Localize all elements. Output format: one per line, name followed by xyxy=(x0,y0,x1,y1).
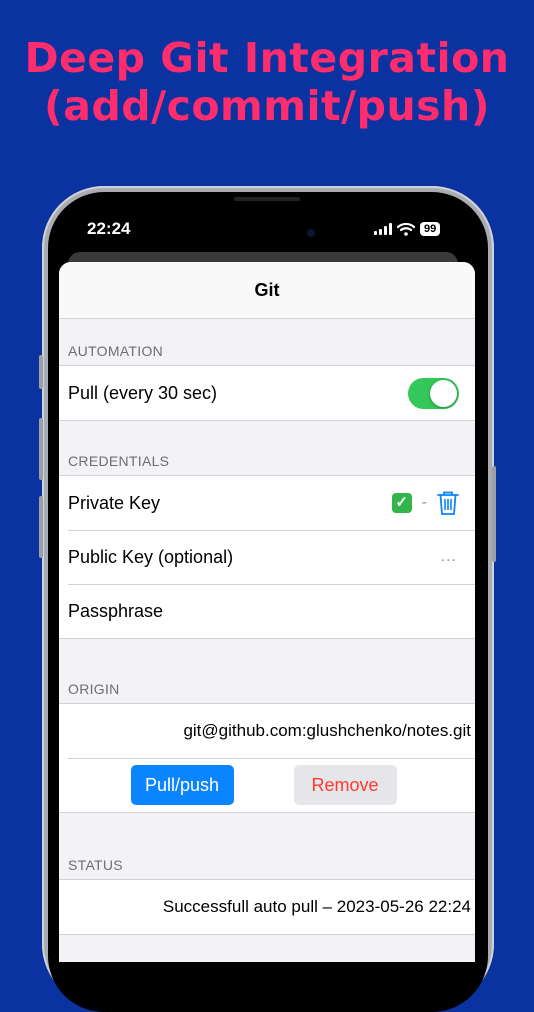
headline-line-1: Deep Git Integration xyxy=(24,34,510,82)
side-button xyxy=(39,355,43,389)
origin-group: git@github.com:glushchenko/notes.git Pul… xyxy=(59,703,475,813)
credentials-group: Private Key ✓ - Public Key (optional) ..… xyxy=(59,475,475,639)
headline-line-2: (add/commit/push) xyxy=(44,82,490,130)
passphrase-row[interactable]: Passphrase xyxy=(59,584,475,638)
public-key-label: Public Key (optional) xyxy=(68,546,234,567)
pull-push-button[interactable]: Pull/push xyxy=(130,765,234,805)
pull-toggle[interactable] xyxy=(408,377,459,409)
wifi-icon xyxy=(397,222,415,236)
more-icon[interactable]: ... xyxy=(441,548,459,566)
pull-label: Pull (every 30 sec) xyxy=(68,382,218,403)
speaker-grille xyxy=(234,197,300,201)
pull-row: Pull (every 30 sec) xyxy=(59,366,475,420)
section-status-title: STATUS xyxy=(68,857,123,873)
toggle-knob xyxy=(430,379,457,407)
checkmark-icon: ✓ xyxy=(391,493,412,513)
separator-dash: - xyxy=(421,494,427,511)
public-key-row[interactable]: Public Key (optional) ... xyxy=(59,530,475,584)
volume-down-button xyxy=(39,496,43,558)
automation-group: Pull (every 30 sec) xyxy=(59,365,475,421)
battery-icon: 99 xyxy=(420,222,441,236)
status-icons: 99 xyxy=(374,220,441,238)
status-group: Successfull auto pull – 2023-05-26 22:24 xyxy=(59,879,475,935)
origin-url-field[interactable]: git@github.com:glushchenko/notes.git xyxy=(59,704,475,758)
private-key-row[interactable]: Private Key ✓ - xyxy=(59,476,475,530)
passphrase-field[interactable]: Passphrase xyxy=(68,601,459,622)
section-automation-title: AUTOMATION xyxy=(68,343,164,359)
camera-dot xyxy=(307,229,315,237)
status-text: Successfull auto pull – 2023-05-26 22:24 xyxy=(162,897,471,916)
section-credentials-title: CREDENTIALS xyxy=(68,453,170,469)
origin-actions-row: Pull/push Remove xyxy=(59,758,475,812)
power-button xyxy=(492,466,496,562)
section-origin-title: ORIGIN xyxy=(68,681,120,697)
promo-headline: Deep Git Integration (add/commit/push) xyxy=(0,34,534,130)
git-settings-sheet: Git AUTOMATION Pull (every 30 sec) CREDE… xyxy=(59,262,475,962)
trash-icon[interactable] xyxy=(437,490,459,516)
remove-button[interactable]: Remove xyxy=(293,765,397,805)
volume-up-button xyxy=(39,418,43,480)
sheet-title: Git xyxy=(59,262,475,319)
status-time: 22:24 xyxy=(87,219,131,238)
cellular-signal-icon xyxy=(374,223,392,235)
private-key-label: Private Key xyxy=(68,492,161,513)
